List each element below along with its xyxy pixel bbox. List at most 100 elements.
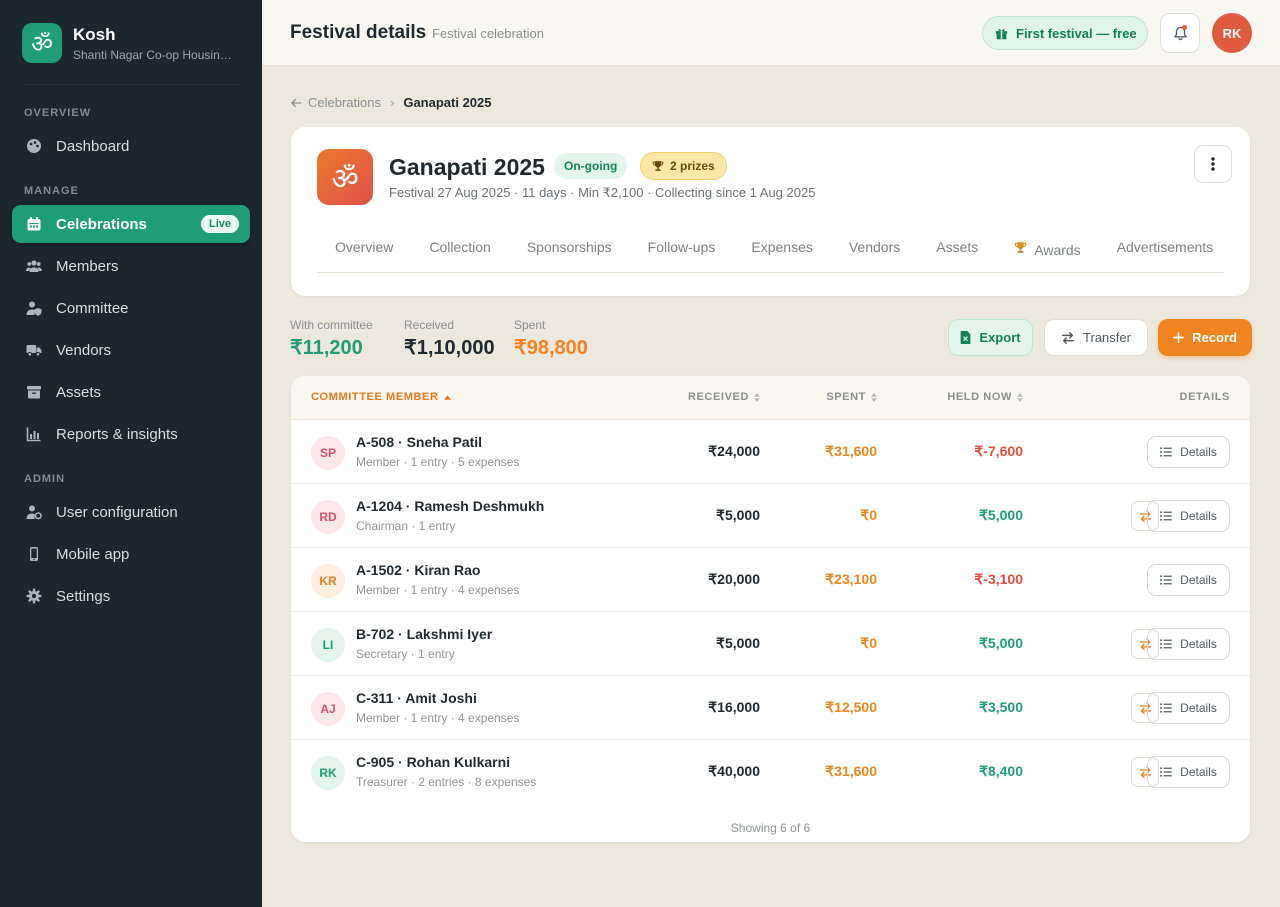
calendar-icon xyxy=(27,217,41,231)
member-name: A-1502 · Kiran Rao xyxy=(356,562,481,578)
tab-expenses[interactable]: Expenses xyxy=(733,235,830,272)
export-button[interactable]: Export xyxy=(948,319,1033,356)
user-shield-icon xyxy=(26,301,42,316)
list-icon xyxy=(1160,447,1172,457)
list-icon xyxy=(1160,639,1172,649)
stat-value: ₹98,800 xyxy=(514,337,588,359)
held-value: ₹-3,100 xyxy=(974,571,1023,587)
prizes-badge[interactable]: 2 prizes xyxy=(640,152,727,180)
member-role: Member · 1 entry · 4 expenses xyxy=(356,711,520,725)
stat-label: Received xyxy=(404,318,455,332)
first-festival-free-badge[interactable]: First festival — free xyxy=(982,16,1148,50)
member-role: Chairman · 1 entry xyxy=(356,519,456,533)
sidebar-item-user-configuration[interactable]: User configuration xyxy=(12,493,250,531)
sidebar-item-members[interactable]: Members xyxy=(12,247,250,285)
stat-received: Received ₹1,10,000 xyxy=(404,318,495,360)
sidebar-item-label: Assets xyxy=(56,383,102,401)
topbar: Festival details Festival celebration Fi… xyxy=(262,0,1280,66)
member-avatar: LI xyxy=(311,628,345,662)
notifications-button[interactable] xyxy=(1160,13,1200,53)
sort-icon xyxy=(1017,392,1023,402)
transfer-icon xyxy=(1062,331,1074,344)
tab-vendors[interactable]: Vendors xyxy=(831,235,918,272)
received-value: ₹20,000 xyxy=(708,571,760,587)
details-label: Details xyxy=(1180,637,1217,651)
header-label: HELD NOW xyxy=(947,391,1012,403)
sidebar-item-label: Dashboard xyxy=(56,137,130,155)
sidebar-item-assets[interactable]: Assets xyxy=(12,373,250,411)
user-avatar[interactable]: RK xyxy=(1212,13,1252,53)
header-label: SPENT xyxy=(826,391,866,403)
palette-icon xyxy=(27,139,41,153)
held-value: ₹3,500 xyxy=(979,699,1023,715)
header-held-now[interactable]: HELD NOW xyxy=(947,391,1023,403)
details-label: Details xyxy=(1180,701,1217,715)
committee-table: COMMITTEE MEMBER RECEIVED SPENT HELD NOW… xyxy=(291,376,1250,842)
list-icon xyxy=(1160,767,1172,777)
member-name: C-311 · Amit Joshi xyxy=(356,690,477,706)
sidebar-item-celebrations[interactable]: Celebrations Live xyxy=(12,205,250,243)
tab-awards[interactable]: Awards xyxy=(996,235,1098,272)
tab-follow-ups[interactable]: Follow-ups xyxy=(630,235,734,272)
header-received[interactable]: RECEIVED xyxy=(688,391,760,403)
tab-overview[interactable]: Overview xyxy=(317,235,411,272)
transfer-button[interactable]: Transfer xyxy=(1044,319,1148,356)
stat-with-committee: With committee ₹11,200 xyxy=(290,318,373,360)
member-name: C-905 · Rohan Kulkarni xyxy=(356,754,511,770)
spent-value: ₹31,600 xyxy=(825,443,877,459)
details-button[interactable]: Details xyxy=(1147,436,1230,468)
sidebar-item-committee[interactable]: Committee xyxy=(12,289,250,327)
list-icon xyxy=(1160,703,1172,713)
sidebar: ॐ Kosh Shanti Nagar Co-op Housing Societ… xyxy=(0,0,262,907)
tab-advertisements[interactable]: Advertisements xyxy=(1099,235,1224,272)
chevron-right-icon: › xyxy=(390,95,395,110)
stat-value: ₹11,200 xyxy=(290,337,363,359)
spent-value: ₹23,100 xyxy=(825,571,877,587)
tab-assets[interactable]: Assets xyxy=(918,235,996,272)
table-header: COMMITTEE MEMBER RECEIVED SPENT HELD NOW… xyxy=(291,376,1250,420)
spent-value: ₹31,600 xyxy=(825,763,877,779)
member-role: Secretary · 1 entry xyxy=(356,647,455,661)
spent-value: ₹0 xyxy=(860,507,877,523)
sidebar-item-mobile-app[interactable]: Mobile app xyxy=(12,535,250,573)
breadcrumb-parent[interactable]: Celebrations xyxy=(308,95,381,110)
festival-name: Ganapati 2025 xyxy=(389,154,545,180)
sidebar-item-label: Reports & insights xyxy=(56,425,178,443)
arrow-left-icon[interactable] xyxy=(290,97,302,109)
brand[interactable]: ॐ Kosh Shanti Nagar Co-op Housing Societ… xyxy=(22,23,235,63)
held-value: ₹5,000 xyxy=(979,635,1023,651)
table-row: RK C-905 · Rohan Kulkarni Treasurer · 2 en… xyxy=(291,740,1250,804)
details-button[interactable]: Details xyxy=(1147,500,1230,532)
details-button[interactable]: Details xyxy=(1147,628,1230,660)
sort-icon xyxy=(871,392,877,402)
tab-sponsorships[interactable]: Sponsorships xyxy=(509,235,630,272)
sidebar-item-settings[interactable]: Settings xyxy=(12,577,250,615)
member-name: B-702 · Lakshmi Iyer xyxy=(356,626,493,642)
header-member[interactable]: COMMITTEE MEMBER xyxy=(311,391,451,403)
table-row: SP A-508 · Sneha Patil Member · 1 entry · … xyxy=(291,420,1250,484)
truck-icon xyxy=(26,345,42,357)
header-details: DETAILS xyxy=(1179,391,1230,403)
sidebar-item-reports[interactable]: Reports & insights xyxy=(12,415,250,453)
details-button[interactable]: Details xyxy=(1147,564,1230,596)
member-avatar: RK xyxy=(311,756,345,790)
sidebar-item-vendors[interactable]: Vendors xyxy=(12,331,250,369)
details-button[interactable]: Details xyxy=(1147,756,1230,788)
header-label: COMMITTEE MEMBER xyxy=(311,391,439,403)
details-button[interactable]: Details xyxy=(1147,692,1230,724)
tab-collection[interactable]: Collection xyxy=(411,235,508,272)
sidebar-item-dashboard[interactable]: Dashboard xyxy=(12,127,250,165)
record-button[interactable]: Record xyxy=(1158,319,1252,356)
sidebar-item-label: Settings xyxy=(56,587,111,605)
trophy-icon xyxy=(1014,242,1027,253)
header-spent[interactable]: SPENT xyxy=(826,391,877,403)
member-avatar: SP xyxy=(311,436,345,470)
spent-value: ₹0 xyxy=(860,635,877,651)
more-options-button[interactable] xyxy=(1194,145,1232,183)
gift-icon xyxy=(995,28,1008,39)
archive-icon xyxy=(27,386,41,399)
sidebar-item-label: Members xyxy=(56,257,119,275)
kebab-icon xyxy=(1211,157,1215,171)
mobile-icon xyxy=(30,547,38,561)
plus-icon xyxy=(1173,332,1185,343)
